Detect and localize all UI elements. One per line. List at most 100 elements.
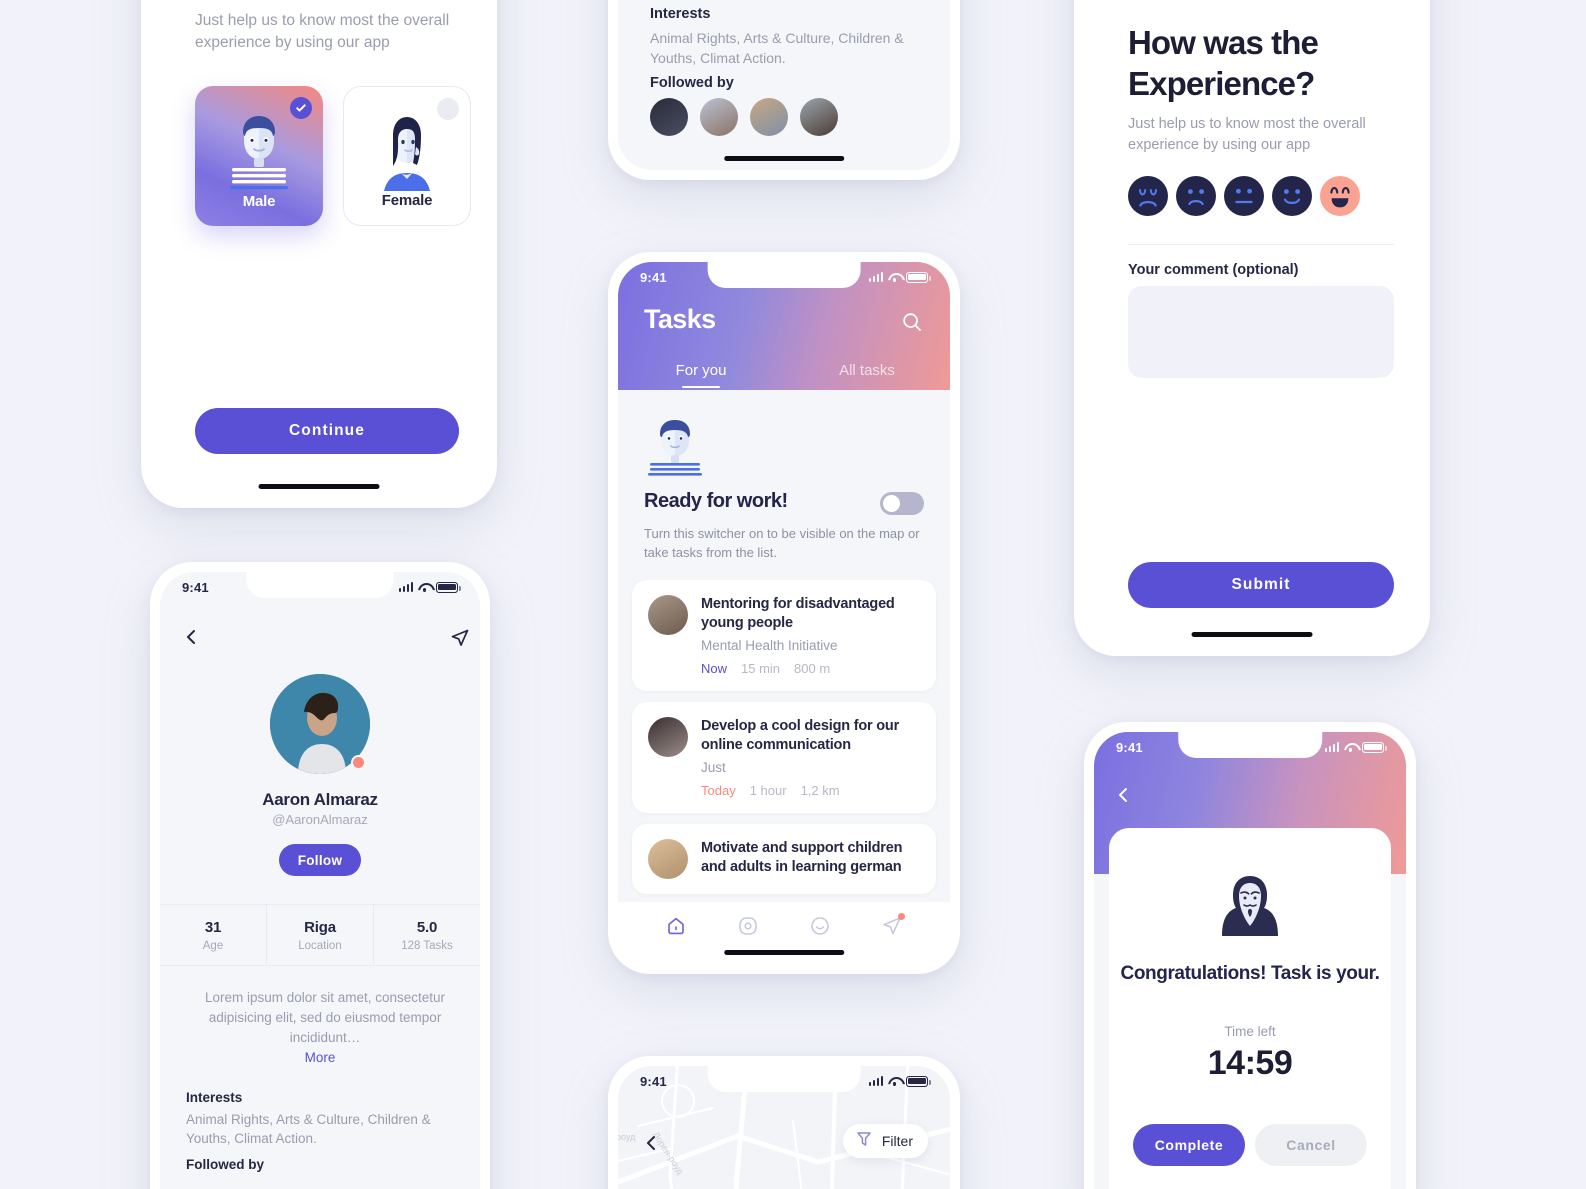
- filter-button[interactable]: Filter: [842, 1124, 928, 1158]
- very-sad-face-icon[interactable]: [1128, 176, 1168, 216]
- tasks-tabs: For you All tasks: [618, 362, 950, 388]
- back-button[interactable]: [642, 1134, 660, 1157]
- avatar: [648, 839, 688, 879]
- feedback-phone: How was the Experience? Just help us to …: [1074, 0, 1430, 656]
- gender-option-male[interactable]: Male: [195, 86, 323, 226]
- interests-heading: Interests: [650, 6, 711, 22]
- bio-more-link[interactable]: More: [160, 1050, 480, 1065]
- map-screen: 9:41 Лорен-роуд роуд Filter: [618, 1066, 950, 1189]
- back-button[interactable]: [182, 628, 200, 651]
- neutral-face-icon[interactable]: [1224, 176, 1264, 216]
- ready-toggle[interactable]: [880, 492, 924, 515]
- nav-smiley-icon[interactable]: [809, 915, 831, 937]
- stat-value: 31: [204, 918, 222, 936]
- very-happy-face-icon[interactable]: [1320, 176, 1360, 216]
- notch: [1178, 732, 1322, 758]
- notch: [707, 262, 861, 288]
- divider: [1128, 244, 1394, 245]
- happy-face-icon[interactable]: [1272, 176, 1312, 216]
- status-time: 9:41: [182, 579, 209, 595]
- profile-phone: 9:41 Aaron Almaraz @AaronAlmaraz Follow …: [150, 562, 490, 1189]
- profile-screen: 9:41 Aaron Almaraz @AaronAlmaraz Follow …: [160, 572, 480, 1189]
- cellular-icon: [868, 1076, 883, 1086]
- gender-selection-phone: Just help us to know most the overall ex…: [141, 0, 497, 508]
- stat-rating: 5.0 128 Tasks: [373, 905, 480, 965]
- gender-option-label: Male: [242, 193, 276, 210]
- continue-button[interactable]: Continue: [195, 408, 459, 454]
- task-title: Develop a cool design for our online com…: [701, 718, 900, 753]
- wifi-icon: [888, 1076, 901, 1086]
- back-button[interactable]: [1114, 786, 1132, 809]
- interests-heading: Interests: [186, 1090, 243, 1105]
- comment-label: Your comment (optional): [1128, 262, 1299, 278]
- screenshot-stage: Just help us to know most the overall ex…: [0, 0, 1586, 1189]
- share-icon[interactable]: [450, 628, 470, 653]
- congrats-actions: Complete Cancel: [1133, 1124, 1367, 1166]
- filter-label: Filter: [881, 1133, 913, 1149]
- battery-icon: [1362, 741, 1387, 753]
- home-indicator: [258, 484, 380, 489]
- complete-button[interactable]: Complete: [1133, 1124, 1245, 1166]
- cancel-button[interactable]: Cancel: [1255, 1124, 1367, 1166]
- gender-screen: Just help us to know most the overall ex…: [151, 0, 487, 498]
- tasks-phone: 9:41 Tasks For you All tasks Ready for w…: [608, 252, 960, 974]
- submit-button[interactable]: Submit: [1128, 562, 1394, 608]
- task-card[interactable]: Motivate and support children and adults…: [632, 824, 936, 894]
- avatar[interactable]: [650, 98, 688, 136]
- profile-bio: Lorem ipsum dolor sit amet, consectetur …: [204, 990, 446, 1045]
- avatar[interactable]: [750, 98, 788, 136]
- comment-input[interactable]: [1128, 286, 1394, 378]
- task-when: Now: [701, 661, 728, 676]
- status-time: 9:41: [640, 1073, 667, 1089]
- followers-avatars: [650, 98, 838, 136]
- nav-explore-icon[interactable]: [737, 915, 759, 937]
- tab-for-you[interactable]: For you: [618, 362, 784, 388]
- search-icon[interactable]: [902, 312, 922, 337]
- ready-avatar-icon: [648, 420, 702, 476]
- stat-key: 128 Tasks: [401, 939, 453, 952]
- tasks-screen: 9:41 Tasks For you All tasks Ready for w…: [618, 262, 950, 964]
- nav-send-icon[interactable]: [881, 913, 905, 937]
- follow-button[interactable]: Follow: [279, 844, 361, 876]
- wifi-icon: [418, 582, 431, 592]
- task-title: Motivate and support children and adults…: [701, 840, 903, 875]
- stat-age: 31 Age: [160, 905, 266, 965]
- male-avatar-icon: [230, 116, 288, 190]
- congrats-screen: 9:41 Congratulations! Task is your. Time…: [1094, 732, 1406, 1189]
- followed-by-heading: Followed by: [186, 1157, 265, 1172]
- congrats-title: Congratulations! Task is your.: [1120, 963, 1380, 984]
- task-org: Mental Health Initiative: [701, 638, 838, 653]
- feedback-title: How was the Experience?: [1128, 24, 1319, 102]
- ready-for-work-title: Ready for work!: [644, 490, 788, 512]
- task-card[interactable]: Develop a cool design for our online com…: [632, 702, 936, 813]
- avatar[interactable]: [700, 98, 738, 136]
- task-distance: 1,2 km: [800, 783, 840, 798]
- avatar[interactable]: [800, 98, 838, 136]
- notch: [246, 572, 394, 598]
- gender-subtitle: Just help us to know most the overall ex…: [195, 12, 450, 51]
- profile-bottom-phone: Interests Animal Rights, Arts & Culture,…: [608, 0, 960, 180]
- battery-icon: [436, 581, 461, 593]
- task-title: Mentoring for disadvantaged young people: [701, 596, 895, 631]
- task-card[interactable]: Mentoring for disadvantaged young people…: [632, 580, 936, 691]
- gender-option-female[interactable]: Female: [343, 86, 471, 226]
- time-left-value: 14:59: [1207, 1044, 1293, 1082]
- profile-bottom-screen: Interests Animal Rights, Arts & Culture,…: [618, 0, 950, 170]
- stat-key: Age: [202, 939, 224, 952]
- cellular-icon: [398, 582, 413, 592]
- time-left-label: Time left: [1224, 1024, 1276, 1039]
- feedback-screen: How was the Experience? Just help us to …: [1084, 0, 1420, 646]
- task-duration: 1 hour: [749, 783, 787, 798]
- status-time: 9:41: [640, 269, 667, 285]
- female-avatar-icon: [384, 117, 430, 191]
- home-indicator: [724, 156, 844, 161]
- cellular-icon: [1324, 742, 1339, 752]
- profile-stats: 31 Age Riga Location 5.0 128 Tasks: [160, 904, 480, 966]
- rating-faces: [1128, 176, 1360, 216]
- tab-all-tasks[interactable]: All tasks: [784, 362, 950, 388]
- battery-icon: [906, 1075, 931, 1087]
- funnel-icon: [854, 1129, 874, 1154]
- nav-home-icon[interactable]: [665, 915, 687, 937]
- task-duration: 15 min: [741, 661, 781, 676]
- sad-face-icon[interactable]: [1176, 176, 1216, 216]
